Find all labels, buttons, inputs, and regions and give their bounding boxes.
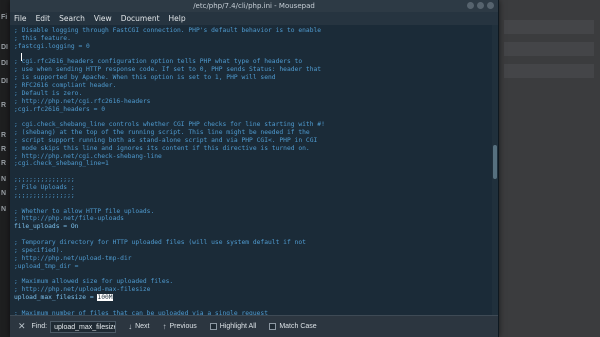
menu-help[interactable]: Help — [169, 14, 186, 23]
window-titlebar[interactable]: /etc/php/7.4/cli/php.ini - Mousepad — [10, 0, 498, 12]
code-line-text: ;fastcgi.logging = 0 — [14, 42, 90, 50]
text-caret — [21, 53, 22, 61]
code-line: ;fastcgi.logging = 0 — [14, 42, 90, 51]
checkbox-box — [209, 323, 217, 330]
selected-text: 100M — [97, 293, 113, 301]
code-line-text: ;cgi.rfc2616_headers = 0 — [14, 105, 105, 113]
code-line-text: ;;;;;;;;;;;;;;;; — [14, 191, 75, 199]
code-line: ;;;;;;;;;;;;;;;; — [14, 191, 75, 200]
code-line-text: upload_max_filesize = — [14, 293, 98, 301]
background-strip — [504, 42, 594, 56]
scrollbar-thumb[interactable] — [493, 145, 497, 179]
menu-view[interactable]: View — [94, 14, 112, 23]
background-label: N — [1, 206, 7, 213]
menu-file[interactable]: File — [14, 14, 27, 23]
code-line: ;cgi.rfc2616_headers = 0 — [14, 105, 105, 114]
background-strip — [504, 20, 594, 34]
previous-button[interactable]: ↑ Previous — [163, 322, 197, 331]
code-line: upload_max_filesize = 100M — [14, 293, 113, 302]
code-line-text: ;cgi.check_shebang_line=1 — [14, 160, 109, 168]
highlight-all-checkbox[interactable]: Highlight All — [209, 323, 257, 330]
mousepad-window: /etc/php/7.4/cli/php.ini - Mousepad File… — [10, 0, 499, 337]
background-label: R — [1, 146, 7, 153]
code-line-text: ;upload_tmp_dir = — [14, 262, 79, 270]
background-window-left: Fi DI DI DI R R R R N N N — [0, 0, 10, 337]
previous-label: Previous — [169, 323, 197, 330]
match-case-label: Match Case — [279, 323, 317, 330]
checkbox-box — [269, 323, 277, 330]
close-window-icon[interactable] — [487, 2, 494, 9]
background-label: R — [1, 102, 7, 109]
find-input[interactable]: upload_max_filesize — [50, 320, 117, 333]
next-button[interactable]: ↓ Next — [128, 322, 149, 331]
vertical-scrollbar[interactable] — [492, 25, 498, 315]
background-label: DI — [1, 78, 8, 85]
background-strip — [504, 64, 594, 78]
maximize-icon[interactable] — [477, 2, 484, 9]
arrow-up-icon: ↑ — [162, 322, 167, 331]
find-label: Find: — [31, 323, 48, 330]
background-label: DI — [1, 60, 8, 67]
window-title: /etc/php/7.4/cli/php.ini - Mousepad — [193, 2, 315, 10]
text-editor-area[interactable]: ; Disable logging through FastCGI connec… — [10, 25, 498, 315]
find-bar: ✕ Find: upload_max_filesize ↓ Next ↑ Pre… — [10, 315, 498, 337]
arrow-down-icon: ↓ — [128, 322, 133, 331]
close-icon[interactable]: ✕ — [18, 321, 26, 332]
match-case-checkbox[interactable]: Match Case — [269, 323, 317, 330]
menu-document[interactable]: Document — [121, 14, 160, 23]
background-label: R — [1, 160, 7, 167]
window-controls — [467, 2, 494, 9]
background-label: DI — [1, 44, 8, 51]
menu-search[interactable]: Search — [59, 14, 85, 23]
background-label: N — [1, 190, 7, 197]
minimize-icon[interactable] — [467, 2, 474, 9]
menu-bar: File Edit Search View Document Help — [10, 12, 498, 25]
next-label: Next — [135, 323, 150, 330]
background-label: Fi — [1, 14, 8, 21]
code-line: ;upload_tmp_dir = — [14, 262, 78, 271]
code-line: ;cgi.check_shebang_line=1 — [14, 159, 109, 168]
code-line: file_uploads = On — [14, 222, 78, 231]
background-label: R — [1, 132, 7, 139]
background-window-right — [498, 0, 600, 337]
background-label: N — [1, 176, 7, 183]
highlight-all-label: Highlight All — [219, 323, 257, 330]
menu-edit[interactable]: Edit — [36, 14, 51, 23]
code-line-text: file_uploads = On — [14, 223, 79, 231]
